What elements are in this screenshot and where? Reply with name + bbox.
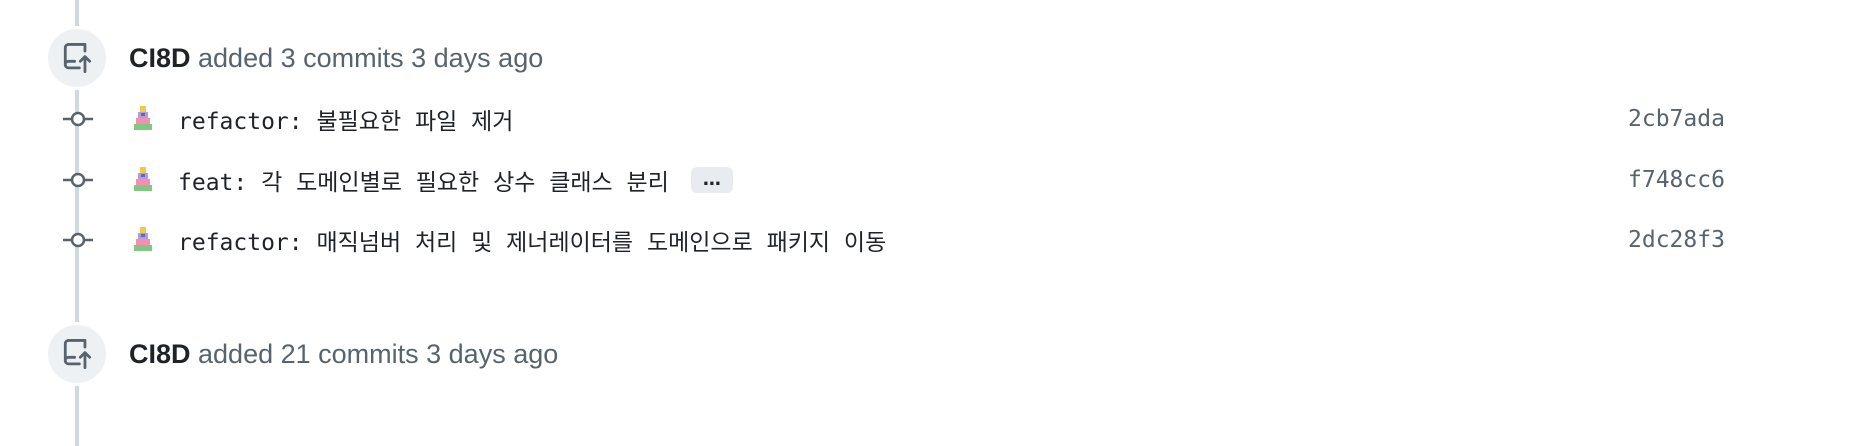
push-event: CI8D added 21 commits 3 days ago	[45, 322, 558, 386]
commit-row: feat: 각 도메인별로 필요한 상수 클래스 분리 … f748cc6	[0, 160, 1866, 200]
avatar[interactable]	[128, 104, 158, 134]
event-summary: CI8D added 21 commits 3 days ago	[129, 339, 558, 370]
commit-sha-link[interactable]: 2dc28f3	[1628, 227, 1725, 253]
commit-sha-link[interactable]: f748cc6	[1628, 167, 1725, 193]
commit-message[interactable]: refactor: 불필요한 파일 제거	[178, 102, 513, 136]
repo-push-icon	[63, 339, 92, 369]
commit-message[interactable]: refactor: 매직넘버 처리 및 제너레이터를 도메인으로 패키지 이동	[178, 223, 886, 257]
expand-commit-body-button[interactable]: …	[690, 167, 733, 193]
author-link[interactable]: CI8D	[129, 43, 191, 73]
push-event-badge	[45, 26, 109, 90]
git-commit-icon	[60, 99, 96, 139]
push-event-badge	[45, 322, 109, 386]
commit-row: refactor: 매직넘버 처리 및 제너레이터를 도메인으로 패키지 이동 …	[0, 220, 1866, 260]
commit-sha-link[interactable]: 2cb7ada	[1628, 106, 1725, 132]
event-time[interactable]: 3 days ago	[426, 339, 558, 369]
avatar[interactable]	[128, 165, 158, 195]
commit-row: refactor: 불필요한 파일 제거 2cb7ada	[0, 99, 1866, 139]
git-commit-icon	[60, 160, 96, 200]
event-action: added 21 commits	[190, 338, 427, 369]
commit-message-text[interactable]: feat: 각 도메인별로 필요한 상수 클래스 분리	[178, 163, 669, 197]
repo-push-icon	[63, 43, 92, 73]
event-summary: CI8D added 3 commits 3 days ago	[129, 43, 543, 74]
commit-message-text[interactable]: refactor: 불필요한 파일 제거	[178, 102, 513, 136]
push-event: CI8D added 3 commits 3 days ago	[45, 26, 543, 90]
event-time[interactable]: 3 days ago	[411, 43, 543, 73]
commit-message-text[interactable]: refactor: 매직넘버 처리 및 제너레이터를 도메인으로 패키지 이동	[178, 223, 886, 257]
avatar[interactable]	[128, 225, 158, 255]
author-link[interactable]: CI8D	[129, 339, 191, 369]
commit-message[interactable]: feat: 각 도메인별로 필요한 상수 클래스 분리 …	[178, 163, 733, 197]
event-action: added 3 commits	[190, 42, 412, 73]
git-commit-icon	[60, 220, 96, 260]
